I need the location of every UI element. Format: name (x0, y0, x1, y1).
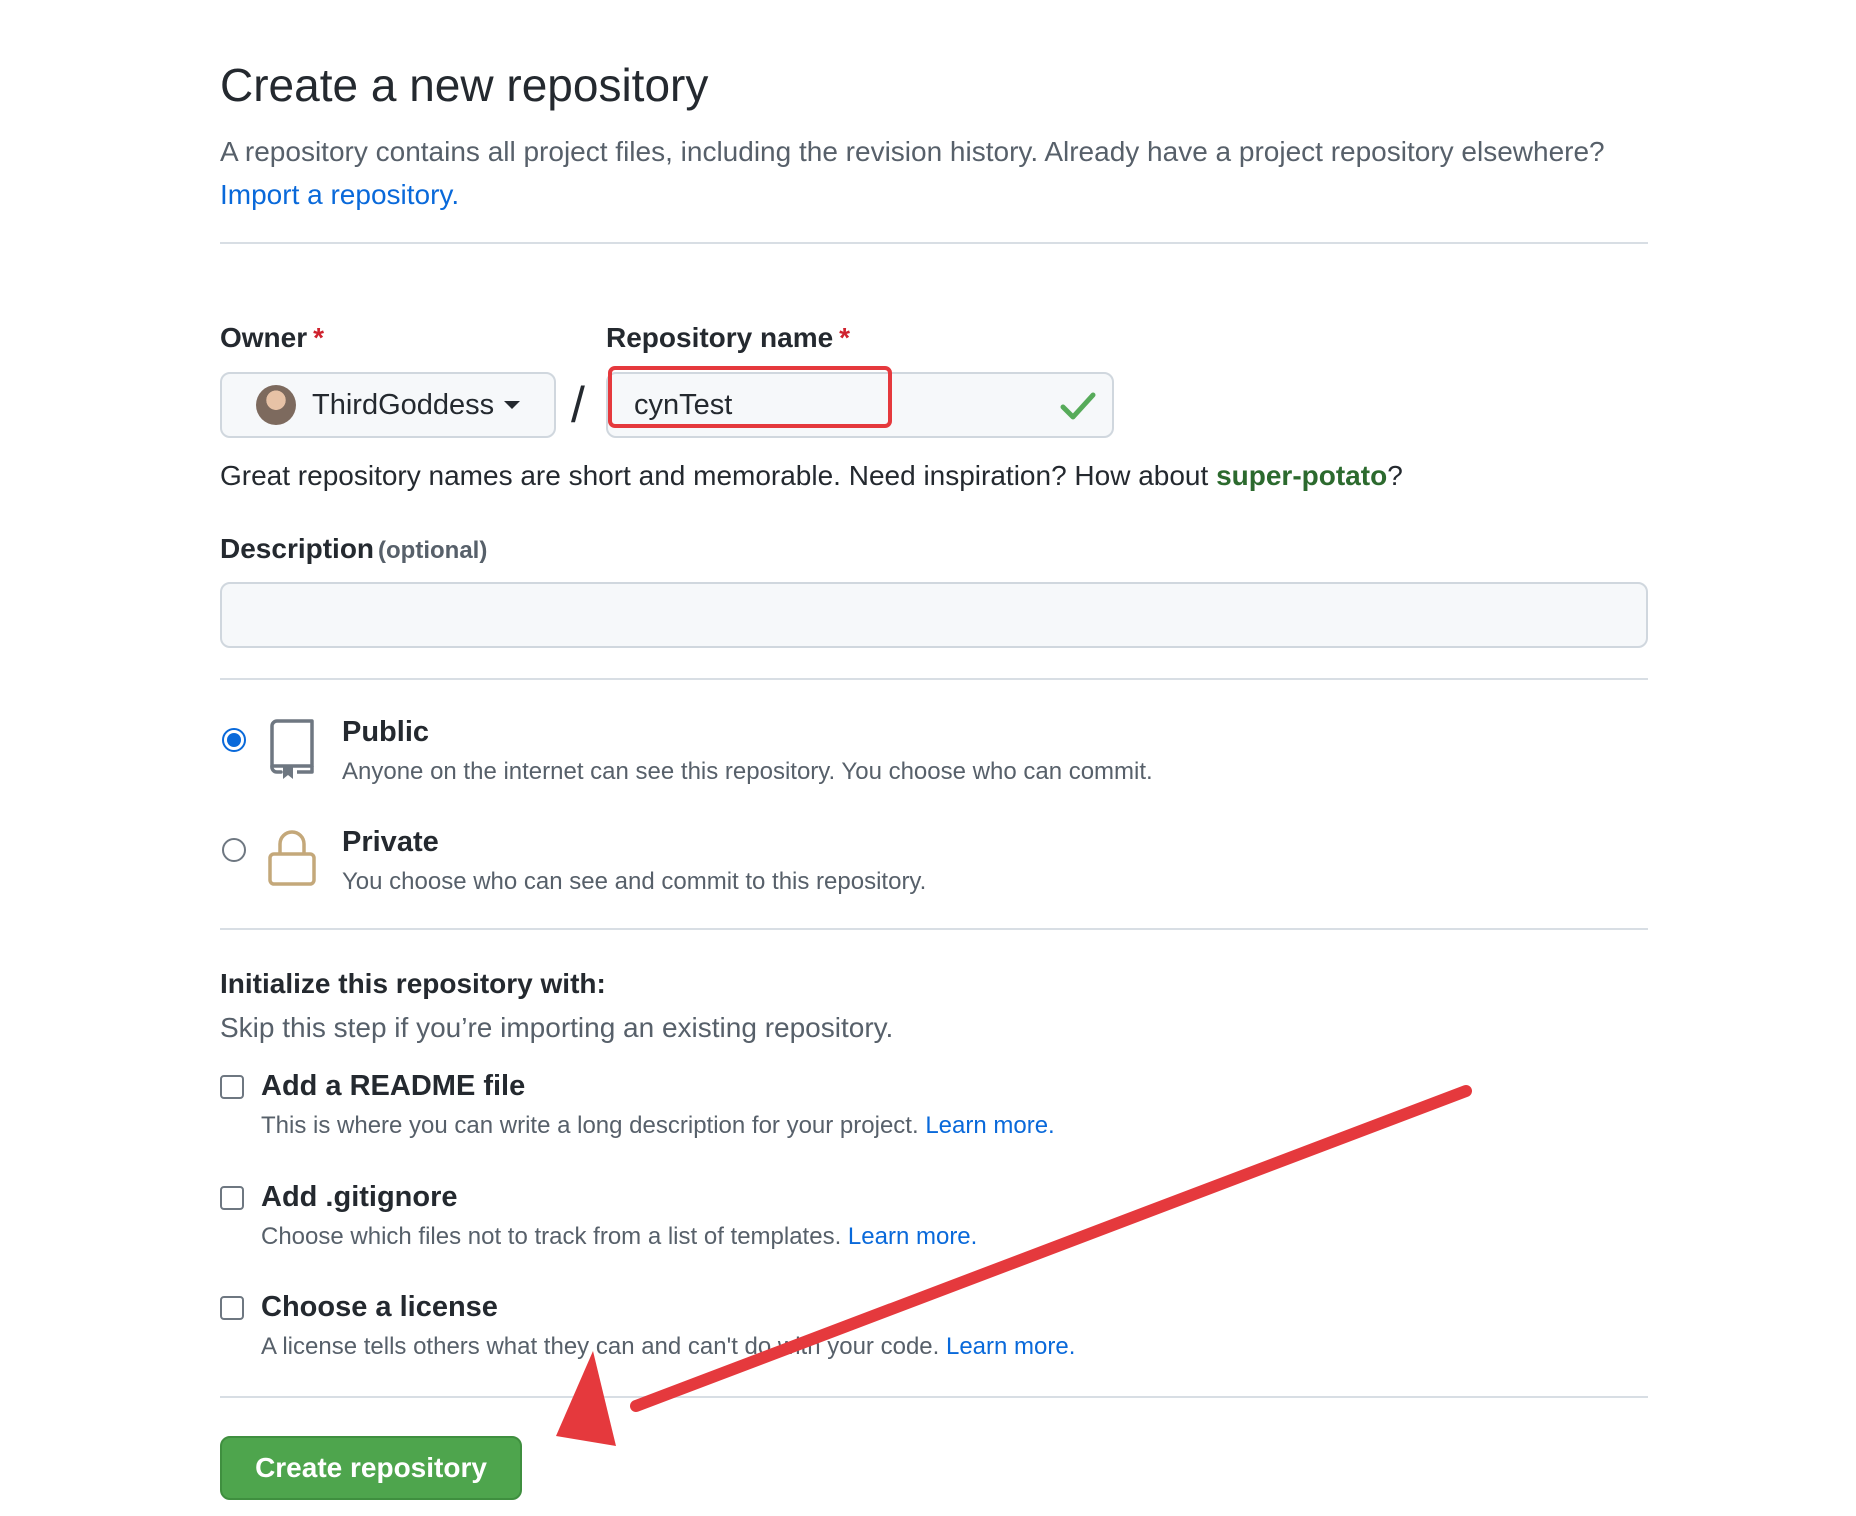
subtitle-text: A repository contains all project files,… (220, 136, 1605, 167)
optional-tag: (optional) (378, 537, 488, 564)
initialize-title: Initialize this repository with: (220, 968, 606, 999)
description-label: Description (optional) (220, 533, 488, 564)
public-description: Anyone on the internet can see this repo… (342, 758, 1153, 785)
owner-dropdown[interactable]: ThirdGoddess (220, 372, 556, 438)
import-repository-link[interactable]: Import a repository. (220, 179, 459, 210)
repo-name-label: Repository name * (606, 322, 851, 353)
gitignore-learn-more-link[interactable]: Learn more. (848, 1223, 977, 1250)
repo-name-hint: Great repository names are short and mem… (220, 460, 1403, 491)
repository-name-input[interactable] (606, 372, 1114, 438)
divider (220, 928, 1648, 930)
private-radio[interactable] (222, 838, 246, 862)
private-title: Private (342, 826, 439, 858)
license-checkbox[interactable] (220, 1296, 244, 1320)
description-input[interactable] (220, 582, 1648, 648)
readme-description: This is where you can write a long descr… (261, 1112, 1055, 1139)
check-icon (1060, 392, 1096, 420)
license-learn-more-link[interactable]: Learn more. (946, 1333, 1075, 1360)
gitignore-description: Choose which files not to track from a l… (261, 1223, 978, 1250)
license-description: A license tells others what they can and… (261, 1333, 1076, 1360)
page-title: Create a new repository (220, 59, 709, 111)
private-description: You choose who can see and commit to thi… (342, 868, 927, 895)
divider (220, 678, 1648, 680)
owner-label: Owner * (220, 322, 325, 353)
divider (220, 242, 1648, 244)
license-title: Choose a license (261, 1291, 498, 1323)
caret-down-icon (504, 401, 521, 409)
initialize-subtitle: Skip this step if you’re importing an ex… (220, 1012, 894, 1043)
gitignore-title: Add .gitignore (261, 1181, 458, 1213)
page-subtitle: A repository contains all project files,… (220, 130, 1640, 216)
name-suggestion-link[interactable]: super-potato (1216, 460, 1387, 491)
gitignore-checkbox[interactable] (220, 1186, 244, 1210)
required-mark: * (839, 322, 851, 353)
readme-checkbox[interactable] (220, 1075, 244, 1099)
public-title: Public (342, 716, 430, 748)
lock-icon (268, 830, 316, 886)
required-mark: * (313, 322, 325, 353)
repo-icon (270, 719, 314, 779)
owner-name: ThirdGoddess (312, 388, 495, 421)
readme-title: Add a README file (261, 1070, 526, 1102)
avatar (256, 385, 296, 425)
create-repository-button[interactable]: Create repository (220, 1436, 522, 1500)
divider (220, 1396, 1648, 1398)
readme-learn-more-link[interactable]: Learn more. (925, 1112, 1054, 1139)
owner-repo-separator: / (571, 377, 585, 433)
public-radio[interactable] (222, 728, 246, 752)
